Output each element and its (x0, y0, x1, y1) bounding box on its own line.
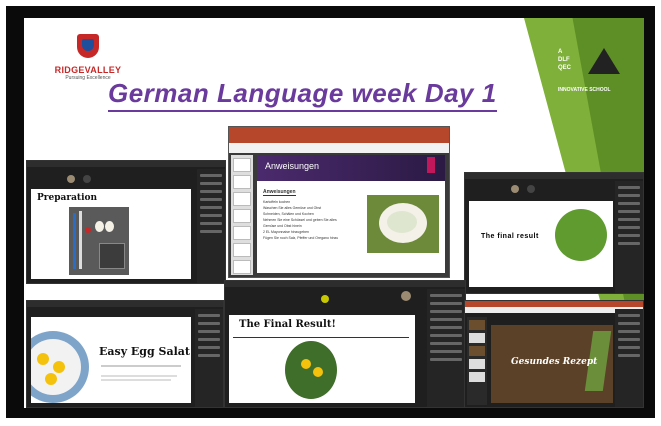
egg-plate-image (285, 341, 337, 399)
ppt-step: Fügen Sie noch Salz, Pfeffer und Oregano… (263, 236, 339, 240)
final-result-2-title: The Final Result! (239, 319, 336, 330)
ppt-thumbnails (467, 317, 487, 405)
page-title: German Language week Day 1 (108, 78, 497, 112)
school-name: RIDGEVALLEY (54, 65, 122, 75)
screenshot-preparation: Preparation (26, 160, 226, 284)
triangle-logo-icon (588, 48, 620, 74)
avatar (511, 185, 519, 193)
ppt-steps: Anweisungen Kartoffeln kochen Waschen Si… (263, 189, 343, 241)
avatar (67, 175, 75, 183)
easy-egg-title: Easy Egg Salat! (99, 345, 191, 358)
slide-final-result-2: The Final Result! (229, 315, 415, 403)
ppt-step: Nehmen Sie eine Schüssel und geben Sie a… (263, 218, 337, 228)
ppt-ribbon (229, 127, 449, 143)
ppt-slide-header: Anweisungen (257, 155, 445, 181)
avatar (527, 185, 535, 193)
screenshot-gesundes-rezept: Gesundes Rezept (464, 300, 644, 408)
partner-a: A (558, 49, 563, 55)
partner-qec: QEC (558, 65, 572, 71)
title-slide: RIDGEVALLEY Pursuing Excellence German L… (24, 18, 644, 408)
ppt-subheading: Anweisungen (263, 189, 296, 196)
avatar (83, 175, 91, 183)
salad-photo (367, 195, 439, 253)
partner-school: INNOVATIVE SCHOOL (558, 87, 611, 93)
screenshot-easy-egg-salat: Easy Egg Salat! (26, 300, 224, 408)
slide-preparation: Preparation (31, 189, 191, 279)
ppt-thumbnails (231, 155, 253, 275)
shield-icon (77, 34, 99, 58)
cutting-board-image (69, 207, 129, 275)
salad-plate-image (555, 209, 607, 261)
slide-gesundes: Gesundes Rezept (491, 325, 613, 403)
participants-panel (427, 289, 465, 407)
participants-panel (197, 169, 225, 283)
preparation-title: Preparation (37, 193, 98, 203)
powerpoint-window: Anweisungen Anweisungen Kartoffeln koche… (228, 126, 450, 278)
slide-final-result: The final result (469, 201, 613, 287)
final-result-title: The final result (481, 233, 539, 240)
collage-frame: RIDGEVALLEY Pursuing Excellence German L… (6, 6, 655, 418)
participants-panel (195, 309, 223, 407)
avatar (401, 291, 411, 301)
participants-panel (615, 181, 643, 293)
slide-easy-egg: Easy Egg Salat! (31, 317, 191, 403)
screenshot-final-result-2: The Final Result! (224, 280, 466, 408)
ppt-slide-canvas: Anweisungen Anweisungen Kartoffeln koche… (257, 155, 445, 273)
screenshot-final-result: The final result (464, 172, 644, 294)
participants-panel (615, 309, 643, 407)
gesundes-title: Gesundes Rezept (511, 357, 598, 367)
partner-dlf: DLF (558, 57, 570, 63)
avatar (321, 295, 329, 303)
